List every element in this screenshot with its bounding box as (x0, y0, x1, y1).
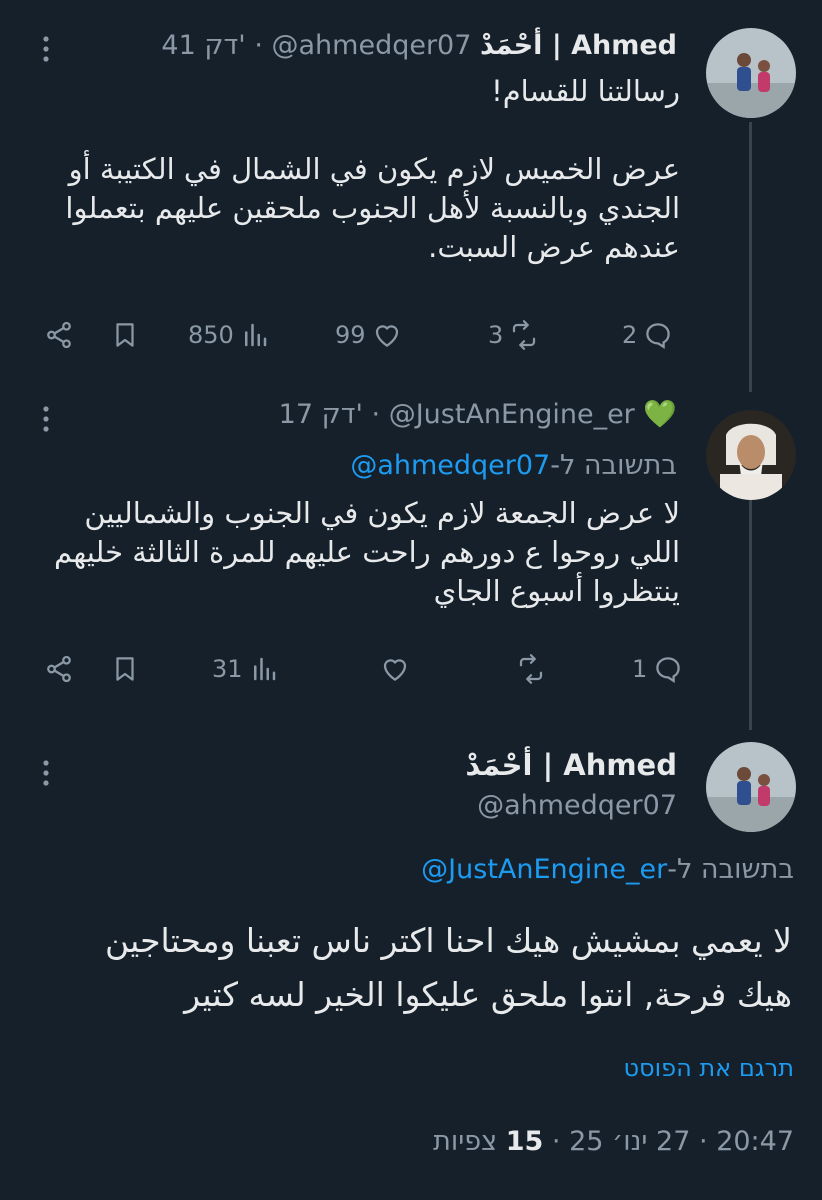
share-button[interactable] (44, 320, 74, 350)
avatar[interactable] (706, 28, 796, 118)
views-count: 15 (505, 1126, 544, 1157)
reply-icon (646, 323, 671, 349)
reply-icon (656, 657, 681, 683)
tweet-text: لا يعمي بمشيش هيك احنا اكتر ناس تعبنا وم… (105, 921, 792, 1014)
reply-to-label: בתשובה ל- (550, 450, 677, 481)
share-icon (47, 655, 71, 683)
tweet-2[interactable]: 17 דק' · @JustAnEngine_er 💚 @ahmedqer07ב… (0, 380, 822, 720)
reply-to-label: בתשובה ל- (667, 854, 794, 885)
display-name[interactable]: أحْمَدْ | Ahmed (480, 30, 677, 61)
views-icon (253, 657, 275, 681)
avatar[interactable] (706, 742, 796, 832)
heart-icon (375, 325, 398, 347)
reply-context: @JustAnEngine_erבתשובה ל- (421, 854, 794, 885)
more-icon[interactable] (38, 406, 54, 432)
tweet-text: لا عرض الجمعة لازم يكون في الجنوب والشما… (54, 496, 680, 608)
reply-button[interactable]: 1 (632, 654, 683, 684)
user-handle[interactable]: @ahmedqer07 (272, 30, 472, 61)
separator: · (371, 399, 381, 430)
retweet-button[interactable]: 3 (488, 320, 539, 350)
reply-button[interactable]: 2 (622, 320, 673, 350)
retweet-icon (513, 320, 536, 350)
tweet-meta: 20:47 · 27 ינו׳ 25 · 15 צפיות (433, 1126, 794, 1157)
retweet-button[interactable] (510, 654, 546, 684)
separator: · (254, 30, 263, 61)
share-button[interactable] (44, 654, 74, 684)
share-icon (47, 321, 71, 349)
tweet-date[interactable]: 27 ינו׳ 25 (569, 1126, 690, 1157)
bookmark-icon (116, 323, 134, 347)
tweet-1[interactable]: 41 דק' · @ahmedqer07 أحْمَدْ | Ahmed رسا… (0, 0, 822, 380)
views-icon (244, 323, 267, 347)
reply-count: 1 (632, 655, 648, 683)
user-handle[interactable]: @ahmedqer07 (477, 790, 677, 821)
display-name[interactable]: أحْمَدْ | Ahmed (465, 748, 677, 782)
more-icon[interactable] (38, 760, 54, 786)
separator: · (699, 1126, 708, 1157)
tweet-time[interactable]: 20:47 (716, 1126, 794, 1157)
bookmark-button[interactable] (110, 654, 140, 684)
more-icon[interactable] (38, 36, 54, 62)
green-heart-icon: 💚 (643, 399, 677, 430)
tweet-time[interactable]: 41 דק' (161, 30, 245, 61)
reply-context: @ahmedqer07בתשובה ל- (350, 450, 677, 481)
bookmark-button[interactable] (110, 320, 140, 350)
like-button[interactable] (374, 654, 410, 684)
views-button[interactable]: 31 (212, 654, 279, 684)
tweet-time[interactable]: 17 דק' (279, 399, 363, 430)
reply-to-handle[interactable]: @JustAnEngine_er (421, 854, 667, 885)
tweet-text: رسالتنا للقسام! عرض الخميس لازم يكون في … (65, 74, 680, 264)
tweet-header: 17 דק' · @JustAnEngine_er 💚 (279, 398, 677, 430)
translate-link[interactable]: תרגם את הפוסט (623, 1054, 794, 1082)
retweet-icon (519, 654, 543, 684)
like-count: 99 (335, 321, 366, 349)
views-count: 31 (212, 655, 243, 683)
user-handle[interactable]: @JustAnEngine_er (389, 399, 635, 430)
views-button[interactable]: 850 (188, 320, 270, 350)
views-label: צפיות (433, 1126, 498, 1157)
tweet-header: 41 דק' · @ahmedqer07 أحْمَدْ | Ahmed (161, 30, 677, 61)
heart-icon (383, 659, 407, 681)
avatar[interactable] (706, 410, 796, 500)
retweet-count: 3 (488, 321, 504, 349)
reply-to-handle[interactable]: @ahmedqer07 (350, 450, 550, 481)
views-count: 850 (188, 321, 234, 349)
reply-count: 2 (622, 321, 638, 349)
separator: · (551, 1126, 561, 1157)
like-button[interactable]: 99 (335, 320, 402, 350)
bookmark-icon (116, 657, 134, 681)
main-tweet: أحْمَدْ | Ahmed @ahmedqer07 @JustAnEngin… (0, 720, 822, 1200)
